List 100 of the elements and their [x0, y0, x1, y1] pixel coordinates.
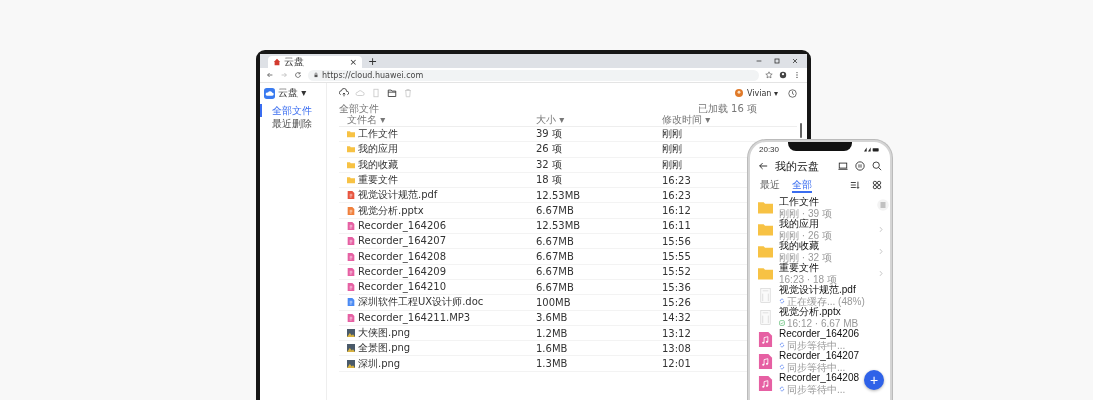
file-size: 1.3MB	[536, 358, 569, 370]
column-header[interactable]: 大小 ▾	[536, 114, 662, 126]
music-file-icon	[758, 331, 773, 347]
column-header[interactable]: 修改时间 ▾	[662, 114, 711, 126]
file-name[interactable]: Recorder_164206	[358, 219, 446, 232]
file-size: 6.67MB	[536, 235, 575, 247]
menu-icon[interactable]	[793, 71, 801, 79]
user-name[interactable]: Vivian ▾	[747, 88, 778, 98]
file-name[interactable]: 全景图.png	[358, 342, 411, 355]
file-name[interactable]: 重要文件	[358, 174, 398, 187]
folder-icon	[758, 243, 773, 259]
audio-file-icon	[347, 267, 355, 276]
upload-icon[interactable]	[339, 88, 349, 98]
file-name[interactable]: 我的应用	[358, 143, 398, 156]
grid-icon[interactable]	[872, 180, 882, 190]
scrollbar[interactable]	[800, 123, 802, 138]
modified-time: 刚刚	[662, 127, 682, 142]
item-details: 同步等待中...	[787, 383, 846, 395]
file-name[interactable]: Recorder_164207	[358, 235, 446, 248]
item-name[interactable]: Recorder_164206	[779, 327, 860, 340]
modified-time: 16:23	[662, 189, 691, 201]
search-icon[interactable]	[872, 161, 882, 171]
phone-title: 我的云盘	[775, 158, 820, 174]
new-tab-button[interactable]: +	[368, 55, 378, 68]
file-name[interactable]: Recorder_164210	[358, 281, 446, 294]
item-details: 16:23 · 18 项	[779, 273, 837, 285]
file-name[interactable]: 深圳.png	[358, 357, 401, 370]
pause-icon[interactable]	[855, 161, 865, 171]
image-file-icon	[347, 359, 355, 368]
modified-time: 15:36	[662, 281, 691, 293]
star-icon[interactable]	[765, 71, 773, 79]
back-icon[interactable]	[758, 161, 768, 171]
file-name[interactable]: Recorder_164209	[358, 265, 446, 278]
clock-icon[interactable]	[788, 88, 797, 98]
app-name[interactable]: 云盘 ▾	[278, 86, 307, 100]
modified-time: 15:52	[662, 266, 691, 278]
reload-icon[interactable]	[294, 71, 302, 79]
file-name[interactable]: 大侠图.png	[358, 327, 411, 339]
list-handle-icon[interactable]	[877, 199, 889, 211]
add-button[interactable]: +	[864, 370, 884, 390]
address-bar[interactable]: https://cloud.huawei.com	[308, 69, 759, 81]
column-header[interactable]: 文件名 ▾	[347, 114, 536, 126]
audio-file-icon	[347, 237, 355, 246]
item-details: 正在缓存... (48%)	[787, 295, 865, 307]
folder-icon	[758, 265, 773, 281]
file-size: 6.67MB	[536, 266, 575, 278]
item-name[interactable]: 工作文件	[779, 195, 819, 208]
file-size: 12.53MB	[536, 189, 582, 201]
file-size: 100MB	[536, 296, 572, 308]
file-size: 32 项	[536, 157, 563, 172]
file-size: 6.67MB	[536, 251, 575, 262]
modified-time: 16:12	[662, 205, 691, 217]
laptop-icon[interactable]	[838, 161, 848, 171]
file-size: 12.53MB	[536, 220, 582, 232]
maximize-icon[interactable]	[773, 57, 781, 65]
modified-time: 14:32	[662, 312, 691, 324]
avatar-icon[interactable]	[735, 89, 743, 97]
file-name[interactable]: 视觉分析.pptx	[358, 204, 424, 217]
breadcrumb[interactable]: 全部文件	[339, 104, 379, 114]
file-name[interactable]: 深圳软件工程UX设计师.doc	[358, 296, 484, 309]
minimize-icon[interactable]	[755, 57, 763, 65]
modified-time: 15:56	[662, 235, 691, 247]
file-name[interactable]: 工作文件	[358, 128, 398, 141]
loaded-count: 已加载 16 项	[697, 104, 757, 114]
document-thumbnail-icon	[758, 287, 773, 303]
close-tab-button[interactable]: ×	[349, 57, 357, 67]
close-icon[interactable]	[791, 57, 799, 65]
account-icon[interactable]	[779, 71, 787, 79]
item-details: 同步等待中...	[787, 339, 846, 351]
sidebar-item[interactable]: 最近删除	[260, 117, 326, 130]
phone-tab[interactable]: 最近	[760, 177, 780, 193]
folder-icon	[758, 221, 773, 237]
pdf-file-icon	[347, 191, 355, 200]
item-name[interactable]: 重要文件	[779, 261, 819, 274]
file-name[interactable]: 我的收藏	[358, 158, 398, 171]
item-name[interactable]: Recorder_164208	[779, 371, 860, 384]
item-name[interactable]: 视觉分析.pptx	[779, 305, 841, 318]
modified-time: 13:08	[662, 342, 691, 354]
item-name[interactable]: 我的收藏	[779, 239, 819, 252]
folder-icon[interactable]	[387, 88, 397, 98]
back-icon[interactable]	[266, 71, 274, 79]
file-size: 18 项	[536, 173, 563, 188]
audio-file-icon	[347, 313, 355, 322]
file-name[interactable]: 视觉设计规范.pdf	[358, 189, 438, 202]
sort-icon[interactable]	[850, 180, 860, 190]
file-name[interactable]: Recorder_164211.MP3	[358, 311, 471, 324]
browser-tab[interactable]: 云盘 ×	[268, 56, 362, 68]
sidebar-item[interactable]: 全部文件	[260, 104, 326, 117]
modified-time: 15:26	[662, 296, 691, 308]
file-name[interactable]: Recorder_164208	[358, 250, 446, 263]
audio-file-icon	[347, 252, 355, 261]
item-name[interactable]: Recorder_164207	[779, 349, 860, 362]
item-name[interactable]: 视觉设计规范.pdf	[779, 283, 856, 296]
item-name[interactable]: 我的应用	[779, 217, 819, 230]
status-time: 20:30	[759, 145, 780, 154]
phone-tab[interactable]: 全部	[792, 177, 812, 193]
lock-icon	[313, 72, 319, 78]
ppt-file-icon	[347, 206, 355, 215]
file-size: 6.67MB	[536, 281, 575, 293]
audio-file-icon	[347, 221, 355, 230]
